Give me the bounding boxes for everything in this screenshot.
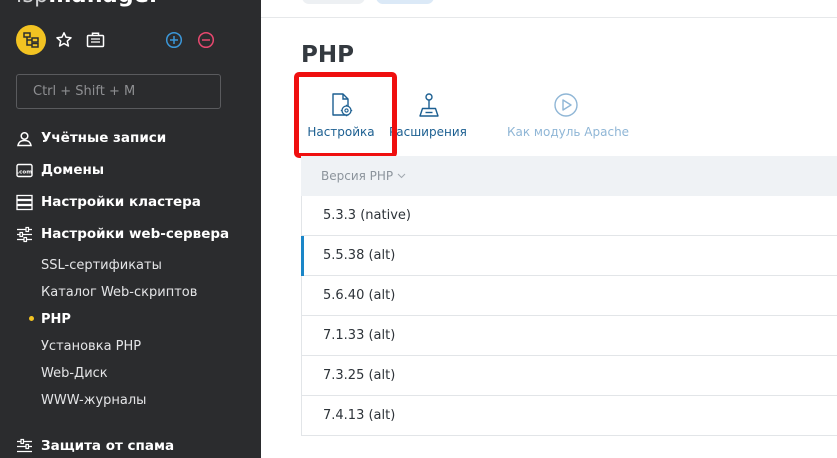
extensions-button-label: Расширения — [389, 125, 467, 139]
cell-version: 5.3.3 (native) — [323, 208, 411, 223]
sidebar-item-label: Учётные записи — [41, 130, 167, 146]
sidebar-item-cluster[interactable]: Настройки кластера — [16, 191, 201, 213]
sidebar-subitem-php[interactable]: PHP — [41, 310, 71, 328]
main-content: PHP Настройка Расширения Как модуль Apac… — [261, 0, 837, 458]
sidebar-item-label: Домены — [41, 162, 105, 178]
sidebar-item-label: Настройки web-сервера — [41, 226, 230, 242]
sidebar-subitem-php-install[interactable]: Установка PHP — [41, 337, 141, 355]
zoom-in-icon[interactable] — [165, 31, 183, 49]
highlight-box — [294, 72, 397, 158]
sidebar-subitem-www-logs[interactable]: WWW-журналы — [41, 391, 146, 409]
sidebar-item-domains[interactable]: .com Домены — [16, 159, 104, 181]
sidebar-subitem-web-scripts[interactable]: Каталог Web-скриптов — [41, 283, 197, 301]
svg-text:.com: .com — [17, 169, 32, 175]
sidebar-item-label: Защита от спама — [41, 438, 175, 454]
sidebar-item-webserver[interactable]: Настройки web-сервера — [16, 223, 229, 245]
sidebar-item-label: Настройки кластера — [41, 194, 201, 210]
table-row[interactable]: 7.4.13 (alt) — [301, 396, 837, 436]
extensions-button[interactable]: Расширения — [389, 92, 467, 144]
star-icon[interactable] — [55, 31, 73, 49]
menu-tree-icon — [23, 32, 39, 48]
cell-version: 5.6.40 (alt) — [323, 288, 396, 303]
cell-version: 7.1.33 (alt) — [323, 328, 396, 343]
table-header: Версия PHP — [301, 156, 837, 196]
column-header-php-version[interactable]: Версия PHP — [321, 169, 393, 183]
table-row[interactable]: 7.3.25 (alt) — [301, 356, 837, 396]
joystick-icon — [419, 93, 439, 117]
sidebar-toolbar — [16, 25, 246, 55]
sidebar-search-input[interactable] — [16, 74, 221, 109]
table-row[interactable]: 5.3.3 (native) — [301, 196, 837, 236]
sidebar-item-spam[interactable]: Защита от спама — [16, 435, 174, 457]
cell-version: 7.4.13 (alt) — [323, 408, 396, 423]
table-row[interactable]: 7.1.33 (alt) — [301, 316, 837, 356]
apache-module-button[interactable]: Как модуль Apache — [507, 92, 630, 144]
header-tab[interactable] — [302, 0, 365, 4]
table-row[interactable]: 5.6.40 (alt) — [301, 276, 837, 316]
table-row-selected[interactable]: 5.5.38 (alt) — [301, 236, 837, 276]
cluster-icon — [16, 194, 33, 210]
sidebar-subitem-webdisk[interactable]: Web-Диск — [41, 364, 108, 382]
php-versions-table: Версия PHP 5.3.3 (native) 5.5.38 (alt) 5… — [301, 156, 837, 436]
sidebar: ispmanager — [0, 0, 261, 458]
spam-filter-icon — [17, 438, 32, 452]
header-divider — [261, 17, 837, 18]
apache-module-button-label: Как модуль Apache — [507, 125, 630, 139]
sidebar-subitem-ssl[interactable]: SSL-сертификаты — [41, 256, 162, 274]
domains-icon: .com — [16, 163, 33, 177]
sort-chevron-icon[interactable] — [397, 173, 406, 179]
page-title: PHP — [301, 42, 354, 68]
cell-version: 7.3.25 (alt) — [323, 368, 396, 383]
brand-logo: ispmanager — [16, 0, 160, 8]
cell-version: 5.5.38 (alt) — [323, 248, 396, 263]
sliders-icon — [17, 226, 32, 242]
user-accounts-icon — [17, 131, 32, 146]
briefcase-icon[interactable] — [86, 31, 105, 49]
active-indicator-dot — [29, 316, 34, 321]
zoom-out-icon[interactable] — [197, 31, 215, 49]
sidebar-item-accounts[interactable]: Учётные записи — [16, 127, 166, 149]
play-circle-icon — [554, 93, 578, 117]
header-tab-active[interactable] — [376, 0, 434, 4]
menu-tree-button[interactable] — [16, 25, 46, 55]
